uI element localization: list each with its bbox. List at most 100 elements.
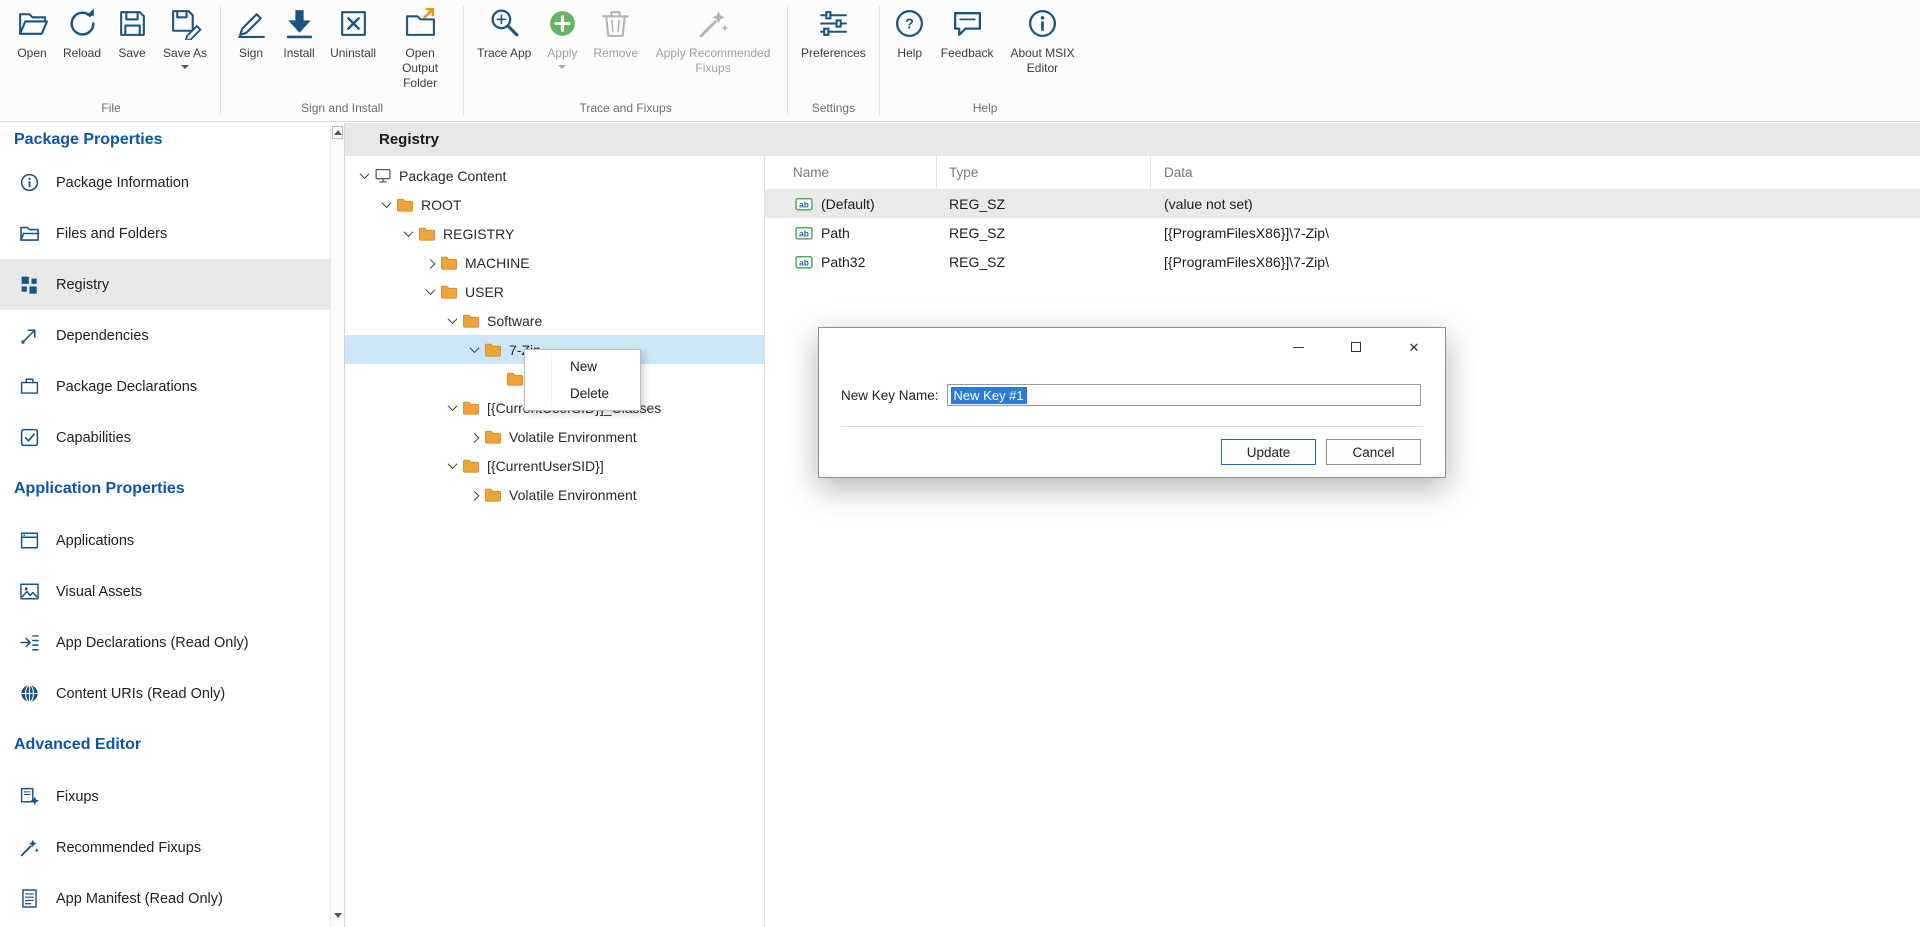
chevron-down-icon[interactable] (466, 342, 482, 358)
chevron-glyph (469, 491, 479, 501)
sidebar-item-dependencies[interactable]: Dependencies (0, 310, 330, 361)
chevron-down-icon[interactable] (444, 313, 460, 329)
dialog-window-controls: ✕ (1269, 332, 1443, 362)
open-output-folder-button[interactable]: Open Output Folder (384, 0, 456, 93)
about-msix-editor-button[interactable]: About MSIX Editor (1001, 0, 1083, 78)
package-content-icon (374, 167, 392, 184)
maximize-button[interactable] (1327, 332, 1385, 362)
registry-value-row-path32[interactable]: abPath32REG_SZ[{ProgramFilesX86}]\7-Zip\ (765, 247, 1920, 276)
chevron-down-icon[interactable] (422, 284, 438, 300)
chevron-right-icon[interactable] (466, 487, 482, 503)
preferences-button[interactable]: Preferences (795, 0, 872, 63)
minimize-button[interactable] (1269, 332, 1327, 362)
svg-text:ab: ab (799, 228, 809, 238)
sidebar-scrollbar[interactable] (330, 123, 344, 927)
folder-icon (484, 342, 502, 357)
ribbon-button-label: Feedback (941, 46, 994, 61)
sidebar-item-recommended-fixups[interactable]: Recommended Fixups (0, 822, 330, 873)
ribbon-button-label: Open Output Folder (390, 46, 450, 91)
sidebar-item-visual-assets[interactable]: Visual Assets (0, 566, 330, 617)
tree-node-volatile-environment[interactable]: Volatile Environment (345, 480, 764, 509)
install-button[interactable]: Install (276, 0, 322, 63)
trace-app-icon (488, 7, 521, 40)
help-button[interactable]: ?Help (887, 0, 933, 63)
sidebar-item-registry[interactable]: Registry (0, 259, 330, 310)
chevron-down-icon[interactable] (356, 168, 372, 184)
scroll-up-button[interactable] (332, 126, 343, 139)
update-button[interactable]: Update (1221, 439, 1316, 465)
trace-app-button[interactable]: Trace App (471, 0, 537, 63)
open-button[interactable]: Open (9, 0, 55, 63)
registry-value-row-default[interactable]: ab(Default)REG_SZ(value not set) (765, 189, 1920, 218)
context-menu-item-delete[interactable]: Delete (525, 380, 640, 407)
sidebar-item-capabilities[interactable]: Capabilities (0, 412, 330, 463)
sidebar-item-files-and-folders[interactable]: Files and Folders (0, 208, 330, 259)
chevron-down-icon[interactable] (444, 458, 460, 474)
chevron-down-icon[interactable] (444, 400, 460, 416)
sidebar-item-content-uris-read-only[interactable]: Content URIs (Read Only) (0, 668, 330, 719)
chevron-glyph (381, 198, 391, 208)
scroll-up-arrow-icon (334, 130, 342, 135)
close-button[interactable]: ✕ (1385, 332, 1443, 362)
sidebar-item-applications[interactable]: Applications (0, 515, 330, 566)
tree-node-user[interactable]: USER (345, 277, 764, 306)
cancel-button[interactable]: Cancel (1326, 439, 1421, 465)
sidebar-item-package-declarations[interactable]: Package Declarations (0, 361, 330, 412)
dialog-titlebar[interactable]: ✕ (819, 328, 1445, 368)
chevron-down-icon[interactable] (400, 226, 416, 242)
save-as-icon (169, 7, 202, 40)
tree-node-label: Package Content (399, 168, 506, 184)
registry-value-row-path[interactable]: abPathREG_SZ[{ProgramFilesX86}]\7-Zip\ (765, 218, 1920, 247)
new-key-name-input[interactable]: New Key #1 (947, 384, 1421, 406)
context-menu-item-new[interactable]: New (525, 353, 640, 380)
feedback-button[interactable]: Feedback (935, 0, 1000, 63)
value-type-cell: REG_SZ (937, 254, 1151, 270)
sidebar-item-label: Content URIs (Read Only) (56, 686, 225, 702)
sidebar-item-package-information[interactable]: Package Information (0, 157, 330, 208)
scroll-down-button[interactable] (332, 909, 343, 922)
dropdown-arrow-icon (558, 65, 566, 69)
ribbon-group-trace-and-fixups: Trace AppApplyRemoveApply Recommended Fi… (466, 0, 785, 121)
uninstall-icon (337, 7, 370, 40)
tree-node-volatile-environment[interactable]: Volatile Environment (345, 422, 764, 451)
chevron-right-icon[interactable] (466, 429, 482, 445)
tree-node-root[interactable]: ROOT (345, 190, 764, 219)
column-header-name[interactable]: Name (765, 156, 937, 189)
ribbon-button-label: Open (17, 46, 46, 61)
save-button[interactable]: Save (109, 0, 155, 63)
sidebar-item-fixups[interactable]: Fixups (0, 771, 330, 822)
save-as-button[interactable]: Save As (157, 0, 213, 71)
table-header-row: NameTypeData (765, 156, 1920, 189)
tree-node-label: Software (487, 313, 542, 329)
reg-sz-icon: ab (795, 225, 813, 241)
sidebar-item-label: Fixups (56, 789, 99, 805)
uninstall-button[interactable]: Uninstall (324, 0, 382, 63)
sidebar-item-app-declarations-read-only[interactable]: App Declarations (Read Only) (0, 617, 330, 668)
ribbon-group-help: ?Help Feedback About MSIX Editor Help (882, 0, 1089, 121)
reload-button[interactable]: Reload (57, 0, 107, 63)
chevron-down-icon[interactable] (378, 197, 394, 213)
folder-icon (484, 487, 502, 502)
remove-icon (599, 7, 632, 40)
tree-node-package-content[interactable]: Package Content (345, 161, 764, 190)
tree-node-machine[interactable]: MACHINE (345, 248, 764, 277)
ribbon-button-label: Remove (593, 46, 638, 61)
tree-node-registry[interactable]: REGISTRY (345, 219, 764, 248)
recommended-fixups-icon (697, 7, 730, 40)
sidebar-item-label: Applications (56, 533, 134, 549)
reg-sz-icon: ab (795, 196, 813, 212)
column-header-data[interactable]: Data (1151, 156, 1920, 189)
tree-node-software[interactable]: Software (345, 306, 764, 335)
sidebar-item-label: Package Information (56, 175, 189, 191)
sidebar-item-label: Registry (56, 277, 109, 293)
column-header-type[interactable]: Type (937, 156, 1151, 189)
sign-button[interactable]: Sign (228, 0, 274, 63)
sidebar-item-app-manifest-read-only[interactable]: App Manifest (Read Only) (0, 873, 330, 924)
chevron-right-icon[interactable] (422, 255, 438, 271)
ribbon-button-label: Help (897, 46, 922, 61)
tree-node-currentusersid[interactable]: [{CurrentUserSID}] (345, 451, 764, 480)
recommended-fixups-icon (19, 837, 40, 858)
chevron-glyph (447, 314, 457, 324)
ribbon-group-label: Trace and Fixups (471, 99, 780, 121)
sidebar-item-label: Capabilities (56, 430, 131, 446)
